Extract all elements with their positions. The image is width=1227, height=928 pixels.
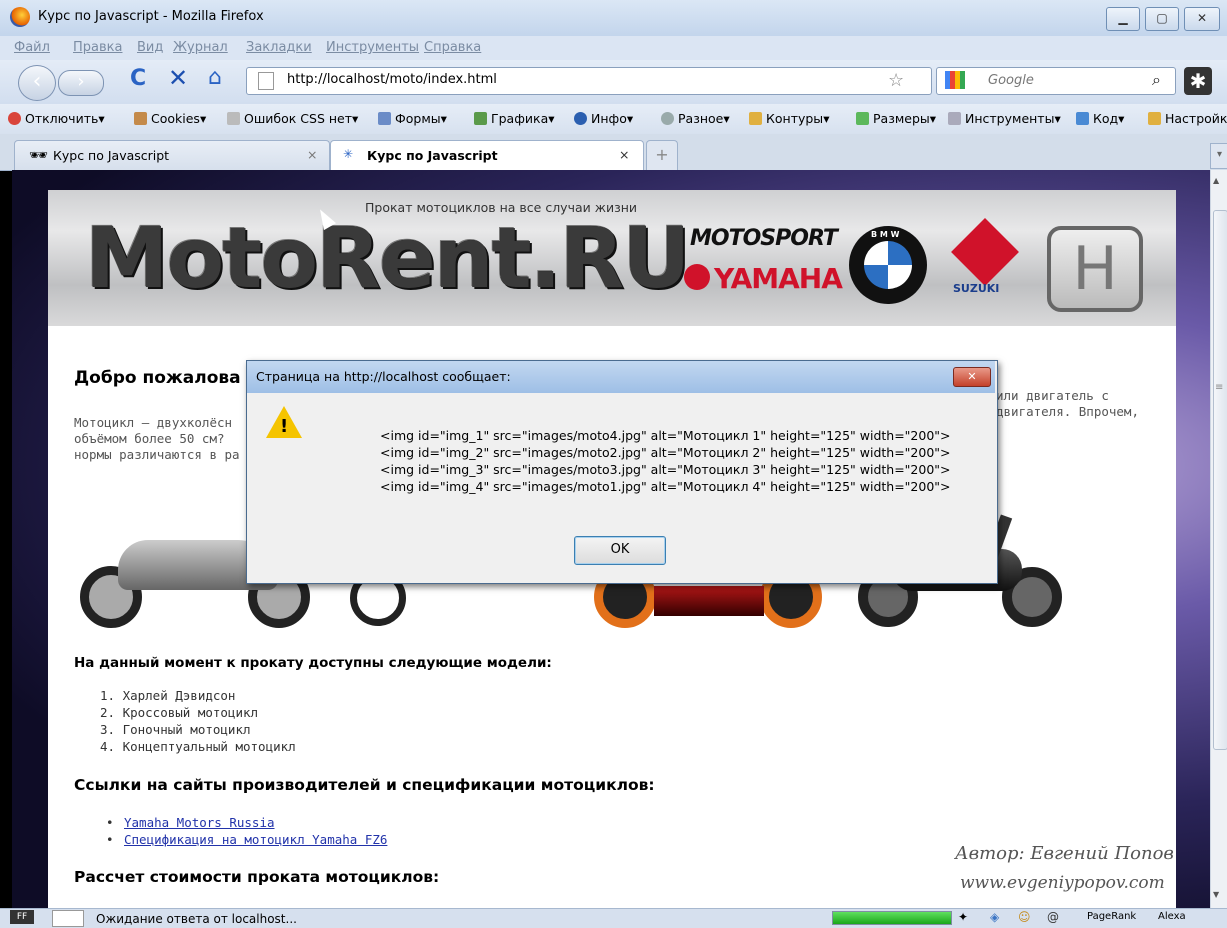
bullet-2: • <box>106 832 114 847</box>
tab-2-close-icon[interactable]: × <box>619 147 629 162</box>
site-logo: MotoRent.RU <box>85 209 691 307</box>
progress-bar <box>832 911 952 925</box>
forward-button[interactable]: › <box>58 70 104 96</box>
tb-info[interactable]: Инфо▾ <box>574 111 633 126</box>
url-text[interactable]: http://localhost/moto/index.html <box>287 72 497 87</box>
bmw-logo-icon: B M W <box>849 226 927 304</box>
tb-outline[interactable]: Контуры▾ <box>749 111 829 126</box>
tb-options[interactable]: Настройки <box>1148 111 1227 126</box>
scrollbar[interactable]: ▲ ≡ ▼ <box>1210 170 1227 908</box>
firefox-logo-icon <box>10 7 30 27</box>
model-item-1: 1. Харлей Дэвидсон <box>100 688 236 703</box>
suzuki-logo: SUZUKI <box>953 282 1000 295</box>
menu-file[interactable]: Файл <box>14 40 50 55</box>
tb-tools[interactable]: Инструменты▾ <box>948 111 1061 126</box>
dialog-title: Страница на http://localhost сообщает: <box>256 369 511 384</box>
tb-disable[interactable]: Отключить▾ <box>8 111 105 126</box>
dialog-line-1: <img id="img_1" src="images/moto4.jpg" a… <box>380 428 951 443</box>
welcome-heading: Добро пожалова <box>74 368 241 388</box>
tb-cookies[interactable]: Cookies▾ <box>134 111 206 126</box>
tb-css[interactable]: Ошибок CSS нет▾ <box>227 111 358 126</box>
back-button[interactable]: ‹ <box>18 65 56 101</box>
at-status-icon[interactable]: @ <box>1047 910 1059 924</box>
dialog-line-3: <img id="img_3" src="images/moto3.jpg" a… <box>380 462 951 477</box>
link-yamaha-russia[interactable]: Yamaha Motors Russia <box>124 815 275 830</box>
calc-heading: Рассчет стоимости проката мотоциклов: <box>74 868 440 886</box>
new-tab-button[interactable]: + <box>646 140 678 171</box>
menu-bookmarks[interactable]: Закладки <box>246 40 312 55</box>
tb-misc[interactable]: Разное▾ <box>661 111 730 126</box>
dialog-line-2: <img id="img_2" src="images/moto2.jpg" a… <box>380 445 951 460</box>
window-title: Курс по Javascript - Mozilla Firefox <box>38 9 264 24</box>
model-item-2: 2. Кроссовый мотоцикл <box>100 705 259 720</box>
tab-1-label: Курс по Javascript <box>53 148 170 163</box>
google-icon[interactable] <box>945 71 965 89</box>
available-heading: На данный момент к прокату доступны след… <box>74 655 552 671</box>
stop-icon[interactable]: ✕ <box>168 64 188 92</box>
links-heading: Ссылки на сайты производителей и специфи… <box>74 776 655 794</box>
reload-icon[interactable]: C <box>130 66 146 91</box>
firebug-icon[interactable]: FF <box>10 910 34 924</box>
maximize-button[interactable]: ▢ <box>1145 7 1179 31</box>
tb-images[interactable]: Графика▾ <box>474 111 555 126</box>
search-placeholder: Google <box>988 73 1034 88</box>
intro-paragraph: Мотоцикл — двухколёсн объёмом более 50 см… <box>74 415 240 462</box>
ok-button[interactable]: OK <box>574 536 666 565</box>
search-input[interactable] <box>936 67 1176 95</box>
dialog-line-4: <img id="img_4" src="images/moto1.jpg" a… <box>380 479 951 494</box>
yamaha-emblem-icon <box>684 264 710 290</box>
status-text: Ожидание ответа от localhost... <box>96 912 297 926</box>
model-item-3: 3. Гоночный мотоцикл <box>100 722 251 737</box>
pagerank-label[interactable]: PageRank <box>1087 911 1136 922</box>
menu-view[interactable]: Вид <box>137 40 163 55</box>
menu-help[interactable]: Справка <box>424 40 481 55</box>
page-icon <box>258 72 274 90</box>
honda-logo-icon: H <box>1047 226 1143 312</box>
home-icon[interactable]: ⌂ <box>208 65 222 90</box>
search-icon[interactable]: ⌕ <box>1152 70 1161 90</box>
progress-fill <box>833 912 951 924</box>
menu-history[interactable]: Журнал <box>173 40 228 55</box>
tb-forms[interactable]: Формы▾ <box>378 111 447 126</box>
link-yamaha-fz6-spec[interactable]: Спецификация на мотоцикл Yamaha FZ6 <box>124 832 387 847</box>
bookmark-star-icon[interactable]: ☆ <box>888 70 904 91</box>
menu-edit[interactable]: Правка <box>73 40 122 55</box>
minimize-button[interactable]: ▁ <box>1106 7 1140 31</box>
tab-2-label: Курс по Javascript <box>367 148 498 163</box>
tab-1-close-icon[interactable]: × <box>307 147 317 162</box>
dialog-close-button[interactable]: ✕ <box>953 367 991 387</box>
tab-list-button[interactable]: ▾ <box>1210 143 1227 169</box>
author-site: www.evgeniypopov.com <box>960 873 1165 893</box>
spy-icon: 🕶 <box>29 146 49 164</box>
cursor-status-icon <box>52 910 84 927</box>
intro-paragraph-right: или двигатель с двигателя. Впрочем, <box>996 388 1139 419</box>
tools-status-icon[interactable]: ✦ <box>958 910 968 924</box>
alexa-label[interactable]: Alexa <box>1158 911 1186 922</box>
warning-icon-mark: ! <box>280 416 289 437</box>
bullet-1: • <box>106 815 114 830</box>
compass-status-icon[interactable]: ◈ <box>990 910 999 924</box>
tb-resize[interactable]: Размеры▾ <box>856 111 936 126</box>
menu-tools[interactable]: Инструменты <box>326 40 419 55</box>
tab-1[interactable]: 🕶 Курс по Javascript × <box>14 140 330 171</box>
model-item-4: 4. Концептуальный мотоцикл <box>100 739 296 754</box>
addon-icon[interactable]: ✱ <box>1184 67 1212 95</box>
motosport-logo: MOTOSPORT <box>690 226 838 251</box>
loading-icon: ✳ <box>343 147 354 161</box>
tab-2[interactable]: ✳ Курс по Javascript × <box>330 140 644 171</box>
close-window-button[interactable]: ✕ <box>1184 7 1220 31</box>
yamaha-logo: YAMAHA <box>714 262 843 295</box>
scrollbar-thumb[interactable] <box>1213 210 1227 750</box>
author-signature: Автор: Евгений Попов <box>955 843 1174 864</box>
tb-source[interactable]: Код▾ <box>1076 111 1124 126</box>
smiley-status-icon[interactable]: ☺ <box>1018 910 1031 924</box>
bmw-logo-text: B M W <box>871 230 900 239</box>
